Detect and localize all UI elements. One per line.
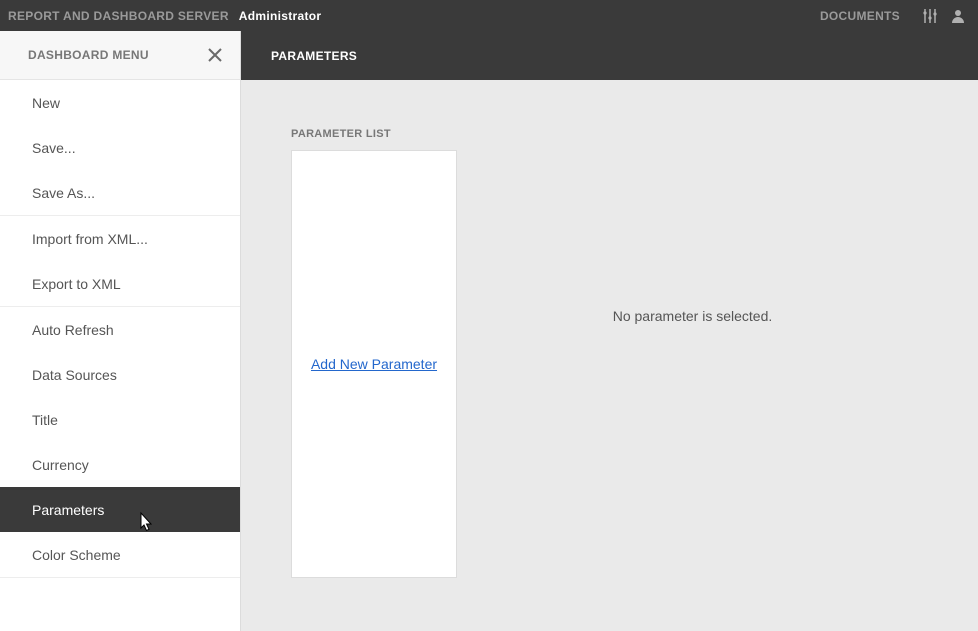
nav-documents[interactable]: DOCUMENTS — [820, 9, 900, 23]
main-header-title: PARAMETERS — [271, 49, 357, 63]
main-header: PARAMETERS — [241, 31, 978, 80]
menu-item-label: Export to XML — [32, 276, 121, 292]
menu-item-label: Color Scheme — [32, 547, 121, 563]
menu-item-label: Data Sources — [32, 367, 117, 383]
close-icon[interactable] — [204, 44, 226, 66]
menu-item-currency[interactable]: Currency — [0, 442, 240, 487]
menu-item-label: Currency — [32, 457, 89, 473]
menu-item-save[interactable]: Save... — [0, 125, 240, 170]
topbar: REPORT AND DASHBOARD SERVER Administrato… — [0, 0, 978, 31]
user-icon[interactable] — [946, 4, 970, 28]
dashboard-menu-panel: DASHBOARD MENU New Save... Save As... Impor… — [0, 31, 241, 631]
menu-item-auto-refresh[interactable]: Auto Refresh — [0, 307, 240, 352]
menu-item-import-from-xml[interactable]: Import from XML... — [0, 216, 240, 261]
menu-item-label: Save... — [32, 140, 76, 156]
menu-item-label: Import from XML... — [32, 231, 148, 247]
no-parameter-text: No parameter is selected. — [613, 308, 773, 324]
menu-item-color-scheme[interactable]: Color Scheme — [0, 532, 240, 577]
parameter-list-label: PARAMETER LIST — [291, 128, 457, 140]
menu-item-data-sources[interactable]: Data Sources — [0, 352, 240, 397]
add-parameter-link[interactable]: Add New Parameter — [311, 356, 437, 372]
menu-item-new[interactable]: New — [0, 80, 240, 125]
menu-item-parameters[interactable]: Parameters — [0, 487, 240, 532]
dashboard-menu-title: DASHBOARD MENU — [28, 48, 149, 62]
dashboard-menu-header: DASHBOARD MENU — [0, 31, 240, 80]
menu-item-export-to-xml[interactable]: Export to XML — [0, 261, 240, 306]
menu-item-label: New — [32, 95, 60, 111]
settings-icon[interactable] — [918, 4, 942, 28]
menu-item-title[interactable]: Title — [0, 397, 240, 442]
main-area: PARAMETERS PARAMETER LIST Add New Parame… — [241, 31, 978, 631]
app-title: REPORT AND DASHBOARD SERVER — [8, 9, 229, 23]
menu-item-label: Parameters — [32, 502, 104, 518]
menu-item-label: Title — [32, 412, 58, 428]
menu-item-label: Auto Refresh — [32, 322, 114, 338]
dashboard-menu: New Save... Save As... Import from XML... Ex… — [0, 80, 240, 578]
menu-item-save-as[interactable]: Save As... — [0, 170, 240, 215]
user-label: Administrator — [239, 9, 322, 23]
menu-item-label: Save As... — [32, 185, 95, 201]
parameter-list: Add New Parameter — [291, 150, 457, 578]
